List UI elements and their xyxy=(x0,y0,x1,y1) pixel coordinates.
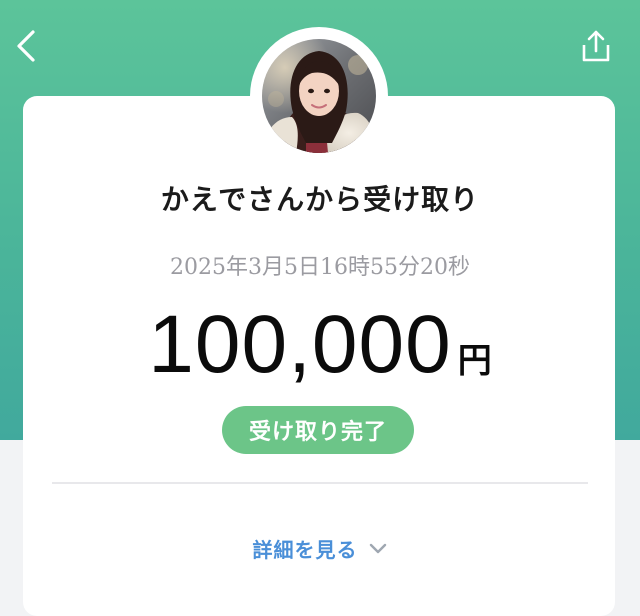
status-badge: 受け取り完了 xyxy=(222,406,414,454)
amount-value: 100,000 xyxy=(148,299,452,390)
currency-unit: 円 xyxy=(457,341,492,381)
transaction-title: かえでさんから受け取り xyxy=(160,183,480,216)
chevron-down-icon xyxy=(369,543,386,554)
share-button[interactable] xyxy=(574,24,618,68)
amount: 100,000 円 xyxy=(0,300,640,390)
avatar xyxy=(250,27,388,165)
view-details-button[interactable]: 詳細を見る xyxy=(230,530,410,566)
chevron-left-icon xyxy=(17,30,35,62)
share-icon xyxy=(582,30,610,62)
transaction-timestamp: 2025年3月5日16時55分20秒 xyxy=(170,255,470,280)
view-details-label: 詳細を見る xyxy=(252,537,358,562)
divider xyxy=(52,482,588,484)
back-button[interactable] xyxy=(6,24,46,68)
sender-photo xyxy=(262,39,376,153)
